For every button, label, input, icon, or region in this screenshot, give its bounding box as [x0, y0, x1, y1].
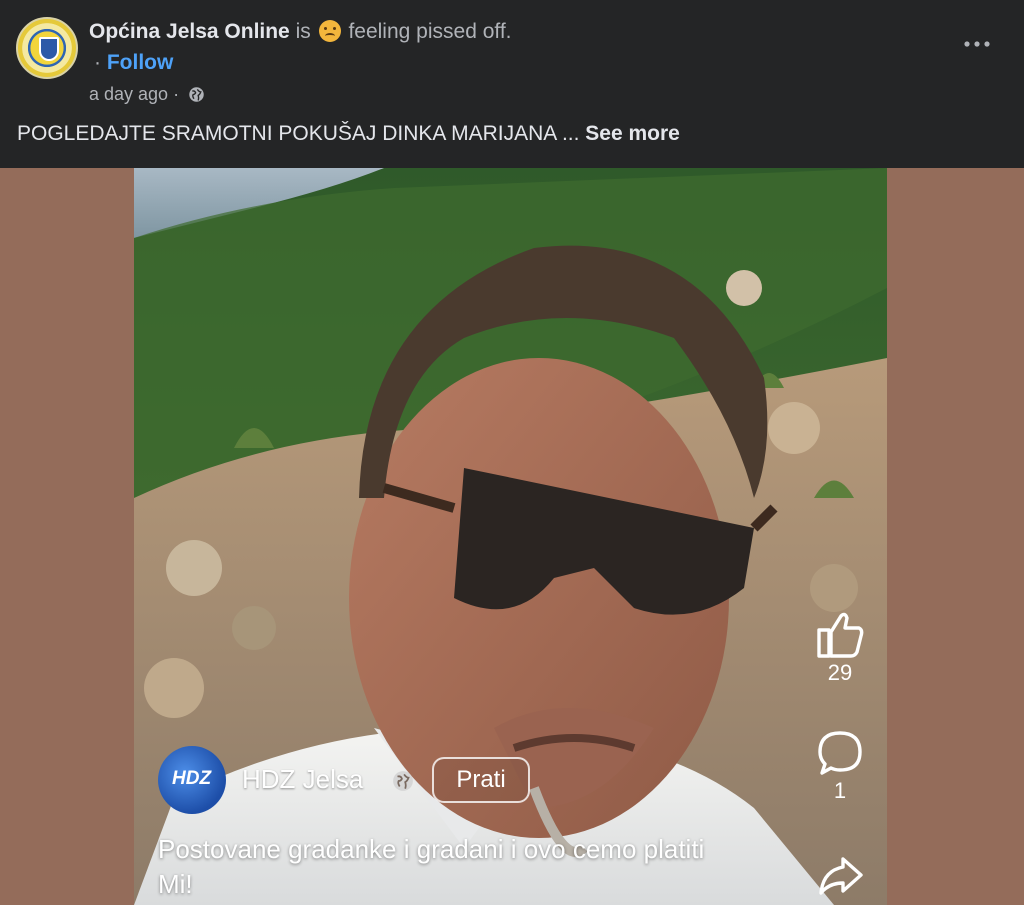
- video-player[interactable]: HDZ HDZ Jelsa Prati Postovane gradanke i…: [134, 168, 887, 905]
- globe-icon: [393, 771, 413, 791]
- channel-avatar-text: HDZ: [172, 768, 212, 789]
- is-text: is: [295, 20, 311, 43]
- video-caption: Postovane gradanke i gradani i ovo cemo …: [158, 834, 705, 899]
- like-action[interactable]: 29: [805, 608, 875, 686]
- timestamp[interactable]: a day ago: [89, 84, 168, 104]
- author-line: Općina Jelsa Online is feeling pissed of…: [89, 20, 512, 44]
- share-arrow-icon[interactable]: [815, 853, 865, 897]
- crest-logo: [39, 37, 59, 61]
- follow-separator: ·: [94, 51, 101, 74]
- more-horizontal-icon[interactable]: [962, 36, 992, 52]
- feeling-text: feeling pissed off.: [348, 20, 512, 43]
- follow-link[interactable]: Follow: [107, 51, 174, 74]
- see-more-link[interactable]: See more: [585, 122, 680, 145]
- post-body-text: POGLEDAJTE SRAMOTNI POKUŠAJ DINKA MARIJA…: [17, 122, 580, 145]
- follow-button[interactable]: Prati: [432, 757, 530, 803]
- post-header: Općina Jelsa Online is feeling pissed of…: [0, 0, 1024, 168]
- post-body: POGLEDAJTE SRAMOTNI POKUŠAJ DINKA MARIJA…: [17, 122, 680, 146]
- timestamp-line: a day ago ·: [89, 84, 205, 105]
- globe-icon: [189, 87, 204, 102]
- share-action[interactable]: [805, 853, 875, 897]
- time-separator: ·: [173, 84, 180, 104]
- comment-action[interactable]: 1: [805, 728, 875, 804]
- angry-face-icon: [318, 20, 341, 42]
- channel-avatar[interactable]: HDZ: [158, 746, 226, 814]
- comment-bubble-icon[interactable]: [815, 728, 865, 778]
- follow-line: · Follow: [94, 51, 173, 75]
- author-name[interactable]: Općina Jelsa Online: [89, 20, 290, 43]
- thumbs-up-icon[interactable]: [815, 608, 865, 660]
- channel-name[interactable]: HDZ Jelsa: [242, 764, 363, 795]
- comment-count: 1: [833, 778, 847, 803]
- like-count: 29: [827, 660, 853, 685]
- page-avatar[interactable]: [16, 17, 78, 79]
- media-backdrop: HDZ HDZ Jelsa Prati Postovane gradanke i…: [0, 168, 1024, 905]
